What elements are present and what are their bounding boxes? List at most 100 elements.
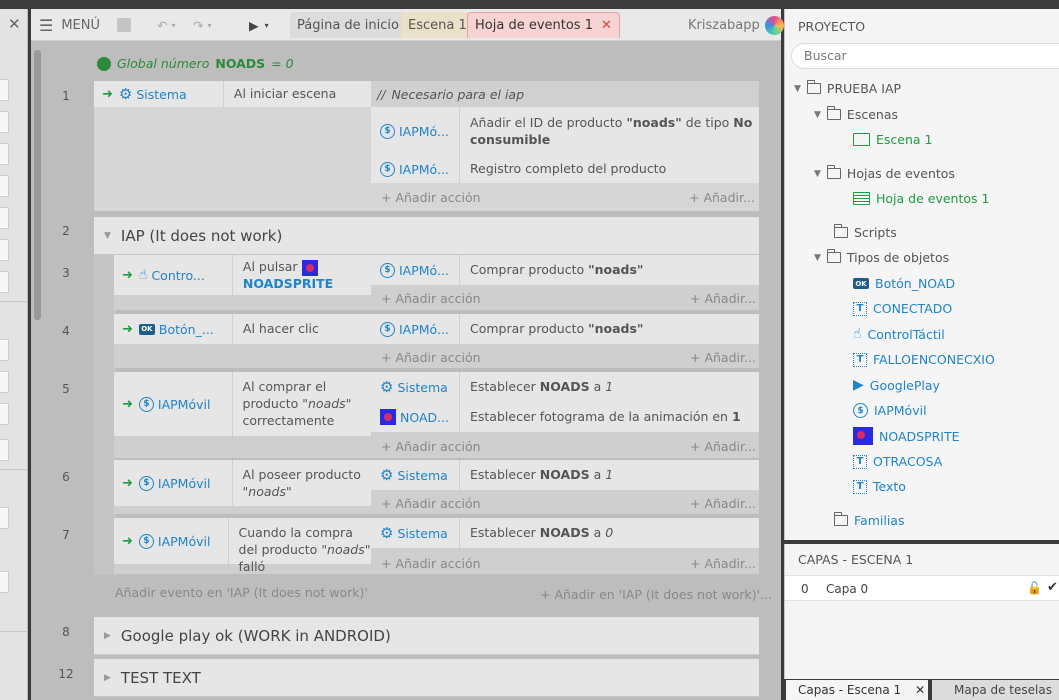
action-row[interactable]: ⚙ Sistema Establecer NOADS a 0	[371, 518, 759, 548]
object-name: Sistema	[397, 525, 448, 541]
search-input[interactable]: Buscar	[791, 43, 1059, 69]
user-account[interactable]: Kriszabapp	[688, 9, 784, 41]
add-more-link[interactable]: + Añadir...	[690, 496, 756, 511]
menu-button[interactable]: ☰ MENÚ	[39, 9, 100, 41]
event-block[interactable]: ➜ ⚙ Sistema Al iniciar escena //Necesario…	[94, 81, 759, 211]
event-block[interactable]: ➜ $ IAPMóvil Al comprar el producto "noad…	[114, 372, 759, 458]
action-row[interactable]: $ IAPMó... Comprar producto "noads"	[371, 314, 759, 344]
left-field[interactable]	[0, 175, 9, 197]
add-more-link[interactable]: + Añadir...	[690, 439, 756, 454]
event-block[interactable]: ➜ $ IAPMóvil Al poseer producto "noads" ⚙…	[114, 460, 759, 514]
event-number: 2	[62, 224, 70, 238]
divider	[0, 301, 28, 302]
scrollbar-thumb[interactable]	[34, 50, 41, 320]
tree-item-object[interactable]: T Texto	[853, 479, 906, 494]
add-action-link[interactable]: + Añadir acción	[381, 439, 481, 454]
tree-item-families[interactable]: Familias	[834, 512, 904, 528]
action-row[interactable]: ⚙ Sistema Establecer NOADS a 1	[371, 460, 759, 490]
tree-item-object[interactable]: ▶ GooglePlay	[853, 377, 940, 393]
left-field[interactable]	[0, 403, 9, 425]
close-icon[interactable]: ✕	[915, 683, 925, 697]
save-icon[interactable]	[117, 9, 131, 41]
action-row[interactable]: $ IAPMó... Registro completo del producto	[371, 155, 759, 183]
visible-check-icon[interactable]: ✔	[1047, 580, 1058, 595]
event-block[interactable]: ➜ OK Botón_... Al hacer clic $ IAPMó... Co…	[114, 314, 759, 368]
object-name: IAPMóvil	[157, 475, 211, 491]
condition-row[interactable]: ➜ $ IAPMóvil Al comprar el producto "noad…	[114, 372, 371, 436]
tree-item-scripts[interactable]: Scripts	[834, 224, 897, 240]
comment-row[interactable]: //Necesario para el iap	[371, 81, 759, 107]
action-row[interactable]: NOAD... Establecer fotograma de la anima…	[371, 402, 759, 432]
lock-icon[interactable]: 🔓	[1027, 581, 1042, 595]
add-more-link[interactable]: + Añadir...	[690, 291, 756, 306]
layer-row[interactable]: 0 Capa 0 🔓 ✔	[785, 575, 1059, 601]
tree-item-scenes[interactable]: ▼ Escenas	[814, 106, 898, 122]
event-group-header[interactable]: ▶ Google play ok (WORK in ANDROID)	[94, 617, 759, 655]
tree-item-object-types[interactable]: ▼ Tipos de objetos	[814, 249, 949, 265]
event-number: 7	[62, 528, 70, 542]
condition-row[interactable]: ➜ $ IAPMóvil Al poseer producto "noads"	[114, 460, 371, 506]
tree-item-object[interactable]: OK Botón_NOAD	[853, 276, 955, 291]
tab-layers[interactable]: Capas - Escena 1 ✕	[786, 680, 928, 700]
event-block[interactable]: ➜ ☝ Contro... Al pulsar NOADSPRITE $ IAPMó…	[114, 255, 759, 310]
left-field[interactable]	[0, 271, 9, 293]
tree-item-object[interactable]: NOADSPRITE	[853, 427, 960, 445]
tree-item-scene-1[interactable]: Escena 1	[853, 132, 932, 147]
left-field[interactable]	[0, 207, 9, 229]
add-action-link[interactable]: + Añadir acción	[381, 291, 481, 306]
tree-item-event-sheet-1[interactable]: Hoja de eventos 1	[853, 191, 989, 206]
left-field[interactable]	[0, 339, 9, 361]
add-more-link[interactable]: + Añadir...	[689, 190, 755, 205]
collapse-triangle-icon[interactable]: ▼	[104, 231, 111, 241]
tree-item-object[interactable]: $ IAPMóvil	[853, 403, 927, 418]
action-row[interactable]: ⚙ Sistema Establecer NOADS a 1	[371, 372, 759, 402]
condition-row[interactable]: ➜ OK Botón_... Al hacer clic	[114, 314, 371, 344]
tab-tilemap[interactable]: Mapa de teselas	[932, 680, 1059, 700]
add-more-link[interactable]: + Añadir...	[690, 556, 756, 571]
left-field[interactable]	[0, 507, 9, 529]
tab-event-sheet[interactable]: Hoja de eventos 1 ✕	[467, 12, 620, 38]
left-field[interactable]	[0, 439, 9, 461]
global-variable[interactable]: Global número NOADS = 0	[97, 56, 294, 71]
folder-icon	[826, 106, 841, 120]
undo-icon[interactable]: ↶ ▾	[157, 9, 176, 41]
add-action-link[interactable]: + Añadir acción	[381, 496, 481, 511]
left-field[interactable]	[0, 79, 9, 101]
event-group-header[interactable]: ▶ TEST TEXT	[94, 659, 759, 697]
dollar-icon: $	[380, 262, 395, 278]
left-field[interactable]	[0, 571, 9, 593]
tab-scene[interactable]: Escena 1	[401, 12, 474, 38]
vertical-scrollbar[interactable]	[31, 42, 45, 700]
add-action-link[interactable]: + Añadir acción	[381, 190, 481, 205]
event-block[interactable]: ➜ $ IAPMóvil Cuando la compra del product…	[114, 518, 759, 574]
condition-row[interactable]: ➜ ☝ Contro... Al pulsar NOADSPRITE	[114, 255, 371, 295]
add-action-link[interactable]: + Añadir acción	[381, 350, 481, 365]
preview-button[interactable]: ▶ ▾	[249, 9, 269, 41]
tree-item-object[interactable]: T OTRACOSA	[853, 454, 942, 469]
action-row[interactable]: $ IAPMó... Comprar producto "noads"	[371, 255, 759, 285]
condition-row[interactable]: ➜ ⚙ Sistema Al iniciar escena	[94, 81, 371, 107]
expand-triangle-icon[interactable]: ▶	[104, 673, 111, 683]
redo-icon[interactable]: ↷ ▾	[193, 9, 212, 41]
left-field[interactable]	[0, 371, 9, 393]
add-more-link[interactable]: + Añadir...	[690, 350, 756, 365]
left-field[interactable]	[0, 143, 9, 165]
add-in-group-link[interactable]: + Añadir en 'IAP (It does not work)'...	[540, 587, 772, 602]
left-field[interactable]	[0, 239, 9, 261]
expand-triangle-icon[interactable]: ▶	[104, 631, 111, 641]
close-tab-icon[interactable]: ✕	[601, 18, 612, 33]
add-action-link[interactable]: + Añadir acción	[381, 556, 481, 571]
tree-item-project[interactable]: ▼ PRUEBA IAP	[794, 80, 901, 96]
tree-item-event-sheets[interactable]: ▼ Hojas de eventos	[814, 165, 955, 181]
tree-item-object[interactable]: ☝ ControlTáctil	[853, 326, 945, 342]
condition-row[interactable]: ➜ $ IAPMóvil Cuando la compra del product…	[114, 518, 371, 574]
tree-item-object[interactable]: T CONECTADO	[853, 301, 952, 316]
add-event-in-group-link[interactable]: Añadir evento en 'IAP (It does not work)…	[115, 585, 368, 600]
close-icon[interactable]: ✕	[8, 17, 21, 32]
action-row[interactable]: $ IAPMó... Añadir el ID de producto "noad…	[371, 107, 759, 155]
tab-start-page[interactable]: Página de inicio	[290, 12, 406, 38]
left-field[interactable]	[0, 111, 9, 133]
event-group-header[interactable]: ▼ IAP (It does not work)	[94, 217, 759, 255]
chevron-down-icon: ▼	[814, 252, 821, 263]
tree-item-object[interactable]: T FALLOENCONECXIO	[853, 352, 995, 367]
